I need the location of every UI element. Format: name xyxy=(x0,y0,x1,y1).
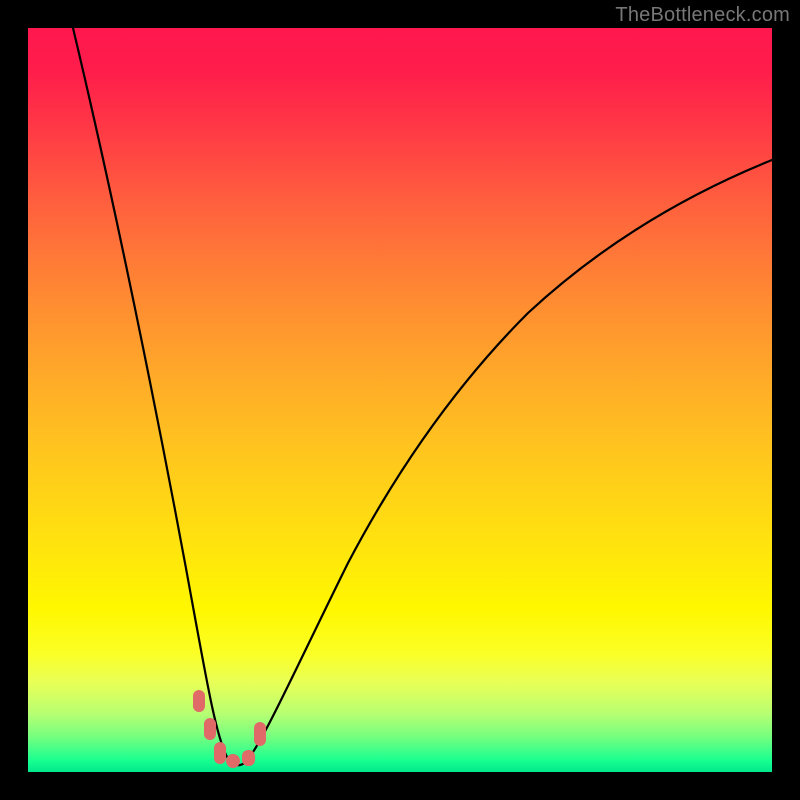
marker-dot xyxy=(242,750,255,766)
curve-path xyxy=(73,28,772,765)
marker-dot xyxy=(204,718,216,740)
marker-dot xyxy=(214,742,226,764)
bottleneck-curve xyxy=(28,28,772,772)
marker-dot xyxy=(193,690,205,712)
chart-plot-area xyxy=(28,28,772,772)
watermark-text: TheBottleneck.com xyxy=(615,4,790,27)
marker-dot xyxy=(226,754,240,768)
marker-dot xyxy=(254,722,266,746)
